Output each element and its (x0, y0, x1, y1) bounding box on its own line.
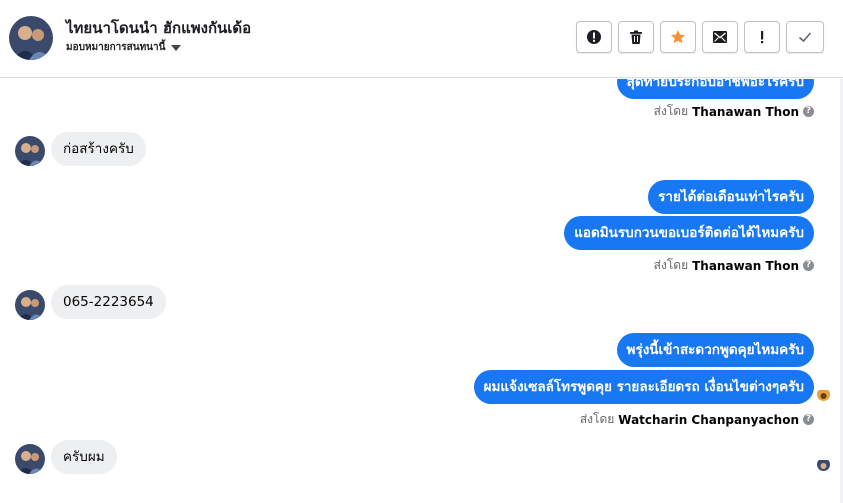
sender-name: Thanawan Thon (692, 104, 799, 119)
sent-by-label: ส่งโดย Watcharin Chanpanyachon ? (580, 410, 814, 429)
assign-conversation-dropdown[interactable]: มอบหมายการสนทนานี้ (66, 40, 182, 55)
outgoing-message[interactable]: แอดมินรบกวนขอเบอร์ติดต่อได้ไหมครับ (564, 216, 814, 250)
sent-by-prefix: ส่งโดย (579, 412, 615, 426)
envelope-icon (713, 31, 727, 43)
sender-name: Watcharin Chanpanyachon (618, 412, 799, 427)
assign-label: มอบหมายการสนทนานี้ (66, 42, 166, 53)
contact-avatar[interactable] (9, 16, 53, 60)
question-icon[interactable]: ? (803, 106, 814, 117)
conversation-header: ไทยนาโดนนำ ฮักแพงกันเด้อ มอบหมายการสนทนา… (0, 0, 843, 78)
outgoing-message[interactable]: สุดท้ายประกอบอาชีพอะไรครับ (616, 79, 814, 99)
read-receipt-avatar (817, 458, 830, 471)
sent-by-label: ส่งโดย Thanawan Thon ? (654, 102, 814, 121)
outgoing-message[interactable]: พรุ่งนี้เข้าสะดวกพูดคุยไหมครับ (616, 333, 814, 367)
follow-up-button[interactable] (744, 21, 780, 53)
read-receipt-avatar (817, 388, 830, 401)
star-button[interactable] (660, 21, 696, 53)
contact-name: ไทยนาโดนนำ ฮักแพงกันเด้อ (66, 19, 252, 37)
contact-avatar-small (15, 136, 45, 166)
outgoing-message[interactable]: ผมแจ้งเซลล์โทรพูดคุย รายละเอียดรถ เงื่อน… (473, 370, 814, 404)
alert-circle-icon (587, 30, 601, 44)
checkmark-icon (798, 32, 812, 43)
done-button[interactable] (786, 21, 824, 53)
sender-name: Thanawan Thon (692, 258, 799, 273)
sent-by-prefix: ส่งโดย (653, 104, 689, 118)
mark-spam-button[interactable] (576, 21, 612, 53)
question-icon[interactable]: ? (803, 260, 814, 271)
sent-by-label: ส่งโดย Thanawan Thon ? (654, 256, 814, 275)
conversation-toolbar (576, 21, 824, 53)
star-icon (671, 30, 685, 44)
message-thread[interactable]: สุดท้ายประกอบอาชีพอะไรครับ ส่งโดย Thanaw… (0, 79, 843, 503)
question-icon[interactable]: ? (803, 414, 814, 425)
contact-avatar-small (15, 290, 45, 320)
incoming-message[interactable]: ก่อสร้างครับ (51, 132, 146, 166)
incoming-message[interactable]: 065-2223654 (51, 285, 166, 319)
incoming-message[interactable]: ครับผม (51, 440, 117, 474)
exclamation-icon (761, 31, 764, 44)
delete-button[interactable] (618, 21, 654, 53)
sent-by-prefix: ส่งโดย (653, 258, 689, 272)
caret-down-icon (171, 44, 182, 51)
trash-icon (630, 30, 642, 44)
unread-button[interactable] (702, 21, 738, 53)
outgoing-message[interactable]: รายได้ต่อเดือนเท่าไรครับ (648, 180, 814, 214)
contact-avatar-small (15, 444, 45, 474)
